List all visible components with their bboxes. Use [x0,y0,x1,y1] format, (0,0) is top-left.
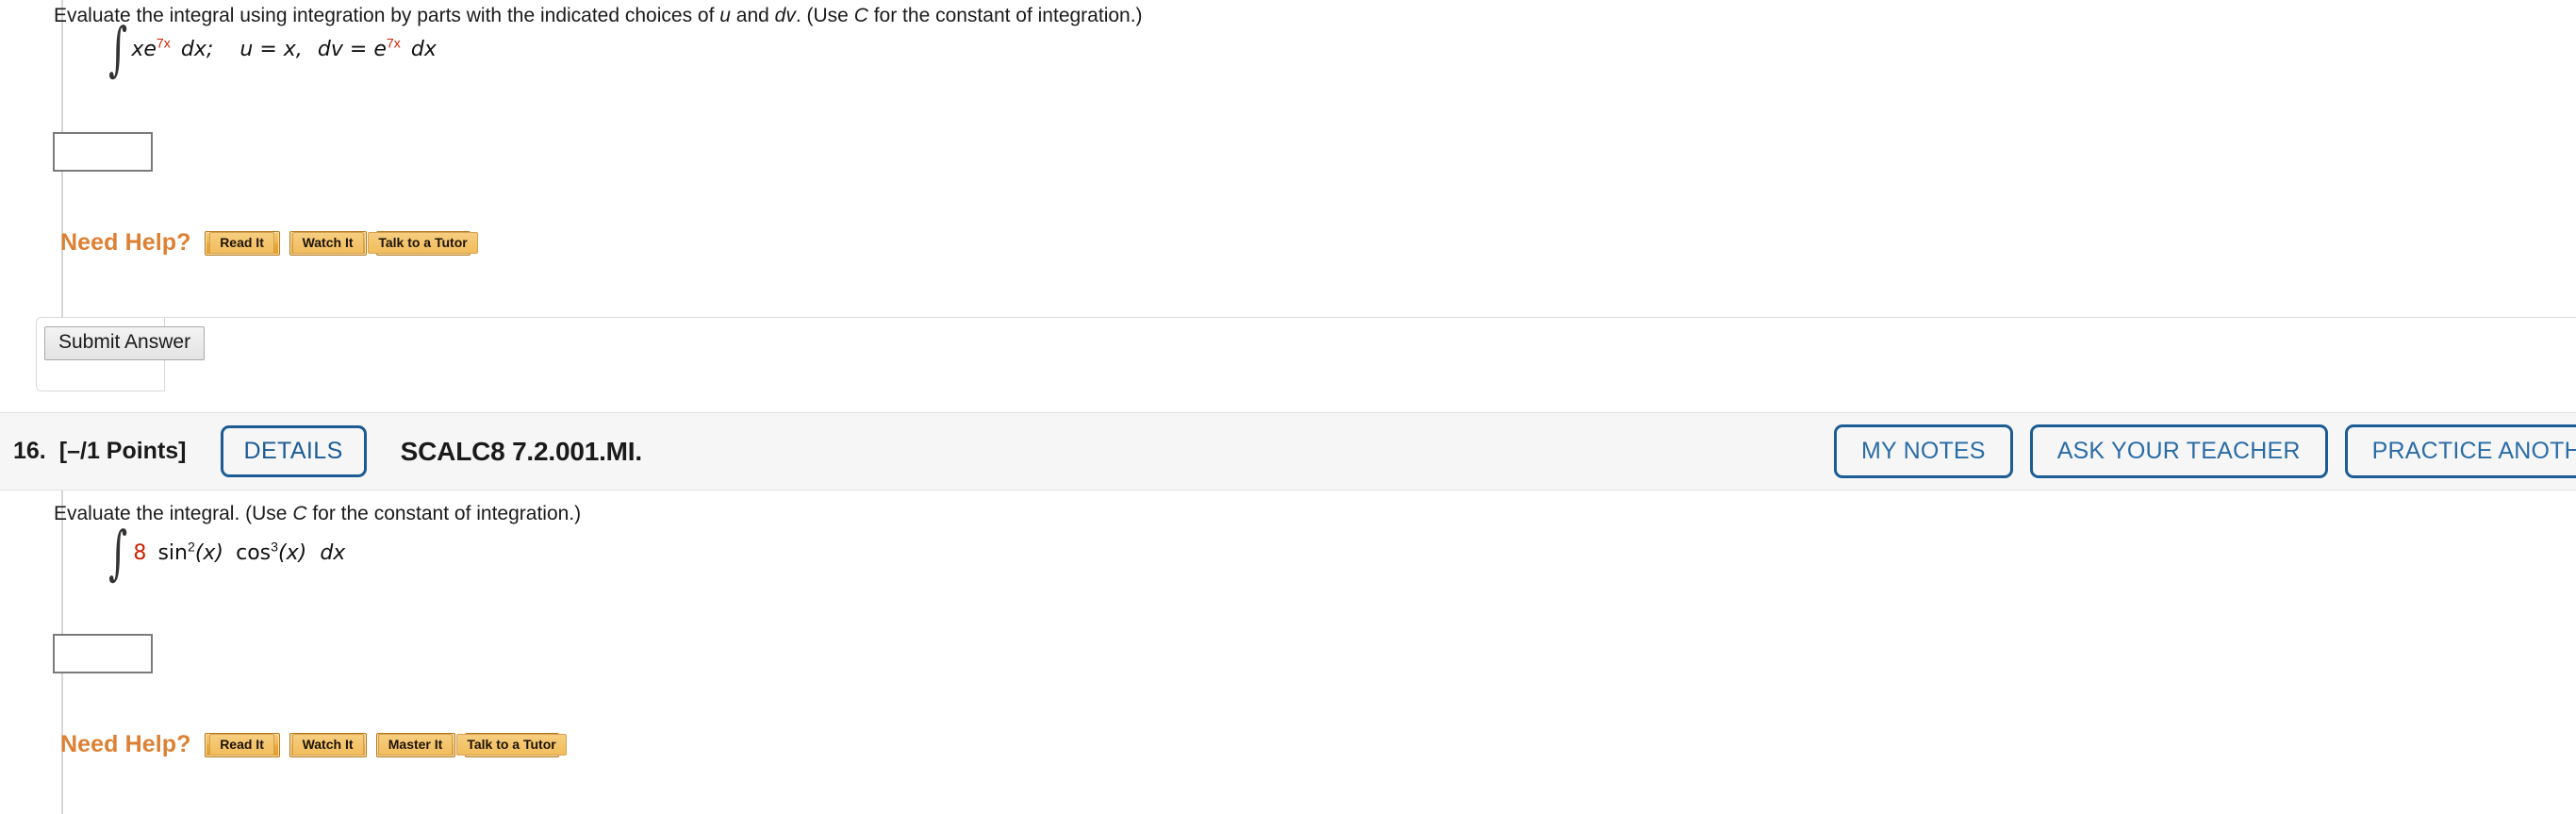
read-it-button[interactable]: Read It [204,732,280,757]
question-16-prompt: Evaluate the integral. (Use C for the co… [54,502,581,526]
question-15-need-help-row: Need Help? Read It Watch It Talk to a Tu… [60,229,480,257]
need-help-label: Need Help? [60,731,191,757]
prompt16-text-b: for the constant of integration.) [306,503,582,524]
integral-sign-icon: ∫ [108,518,128,587]
expr16-coefficient: 8 [133,541,147,566]
prompt16-text-a: Evaluate the integral. (Use [54,503,293,524]
expr16-cos: cos [236,541,272,566]
expr16-cos-exponent: 3 [271,539,278,555]
watch-it-button[interactable]: Watch It [289,230,367,256]
expr-exponent: 7x [156,35,171,51]
practice-another-button[interactable]: PRACTICE ANOTHER [2344,424,2576,478]
expr-u-assignment: u = x, [239,38,303,62]
expr-dv-exponent: 7x [386,35,401,51]
question-15-body: Evaluate the integral using integration … [53,0,2576,391]
question-16-expression: ∫ 8 sin2(x) cos3(x) dx [103,518,346,587]
expr-dv-assignment: dv = e [317,38,387,62]
question-15-prompt: Evaluate the integral using integration … [54,4,1143,28]
prompt-var-dv: dv [774,5,796,26]
question-16-number: 16. [13,438,46,464]
talk-to-a-tutor-button[interactable]: Talk to a Tutor [456,732,567,757]
question-16-body: Evaluate the integral. (Use C for the co… [53,490,2576,814]
assignment-page: Evaluate the integral using integration … [0,0,2576,814]
question-15-answer-input[interactable] [53,132,153,172]
prompt-text-c: . (Use [795,5,854,26]
question-16-header: 16. [–/1 Points] DETAILS SCALC8 7.2.001.… [0,412,2576,490]
question-16-points: [–/1 Points] [58,438,187,464]
prompt-text-a: Evaluate the integral using integration … [54,5,720,26]
details-button[interactable]: DETAILS [220,425,367,477]
submit-answer-button[interactable]: Submit Answer [44,326,206,361]
question-15-expression: ∫ xe7x dx; u = x, dv = e7x dx [103,14,437,83]
question-16-header-actions: MY NOTES ASK YOUR TEACHER PRACTICE ANOTH… [1817,413,2576,490]
question-16-need-help-row: Need Help? Read It Watch It Master It Ta… [60,731,569,758]
submit-divider [165,317,2576,318]
expr16-sin: sin [157,541,188,566]
ask-your-teacher-button[interactable]: ASK YOUR TEACHER [2029,424,2328,478]
prompt-text-d: for the constant of integration.) [867,5,1143,26]
question-16-code: SCALC8 7.2.001.MI. [400,436,642,466]
prompt16-var-c: C [292,503,307,524]
expr-base: xe [131,38,157,62]
expr-dv-differential: dx [410,38,437,62]
expr16-sin-arg: (x) [194,541,223,566]
prompt-var-c: C [853,5,868,26]
master-it-button[interactable]: Master It [375,732,455,757]
expr16-cos-arg: (x) [278,541,307,566]
read-it-button[interactable]: Read It [204,230,280,256]
my-notes-button[interactable]: MY NOTES [1833,424,2013,478]
question-16-answer-input[interactable] [53,634,153,673]
need-help-label: Need Help? [60,229,191,256]
watch-it-button[interactable]: Watch It [289,732,367,757]
integral-sign-icon: ∫ [108,14,128,83]
prompt-var-u: u [719,5,731,26]
expr-differential: dx; [180,38,214,62]
talk-to-a-tutor-button[interactable]: Talk to a Tutor [368,230,478,256]
prompt-text-b: and [730,5,775,26]
expr16-differential: dx [320,541,346,566]
expr16-sin-exponent: 2 [187,539,195,555]
